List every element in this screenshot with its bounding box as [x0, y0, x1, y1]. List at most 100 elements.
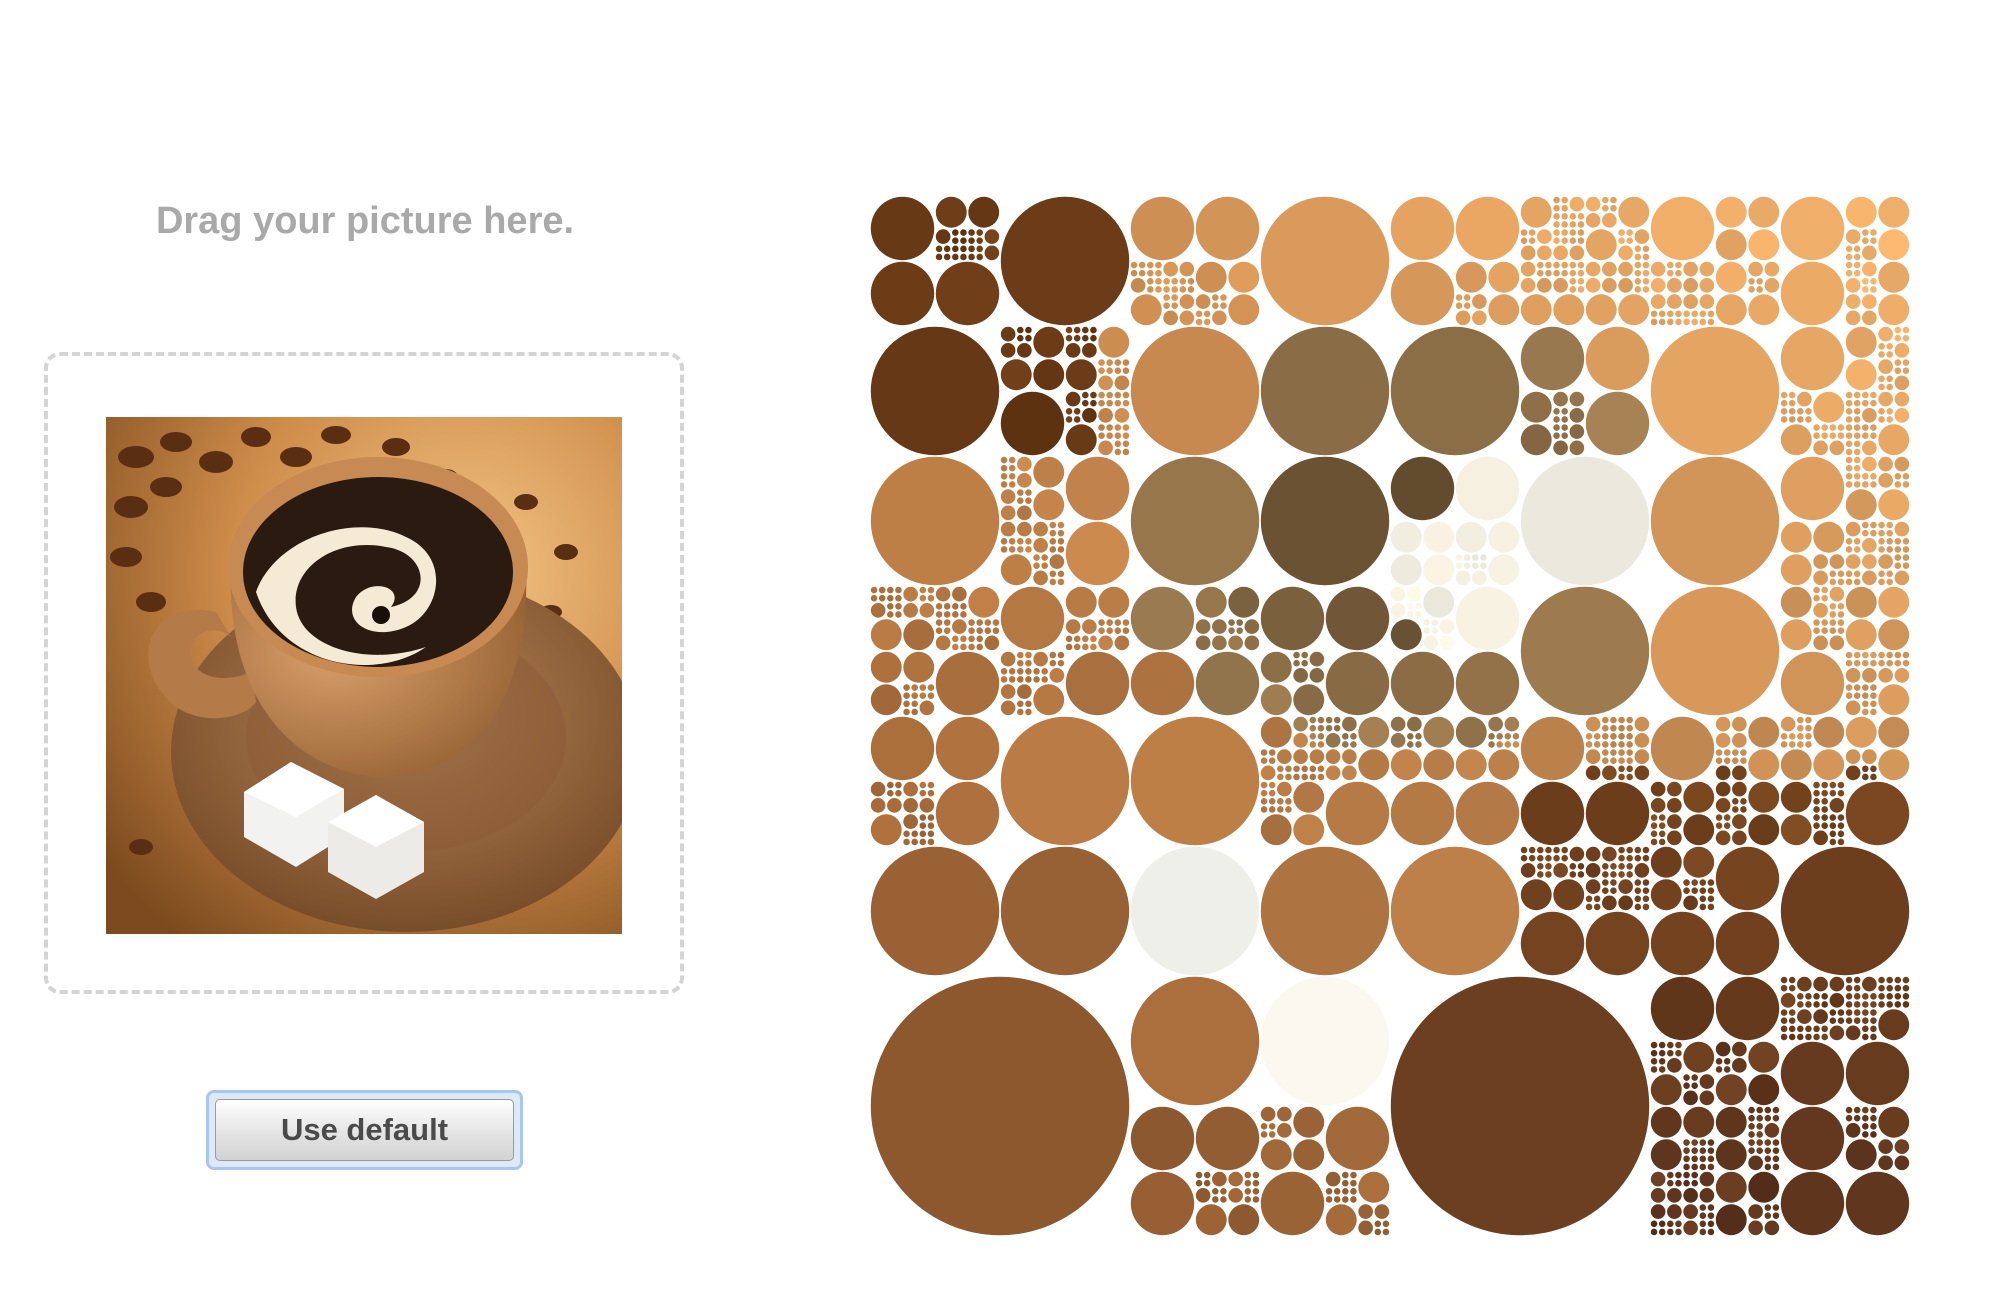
- mosaic-dot-422: [1317, 765, 1325, 773]
- mosaic-dot-1425: [1667, 1220, 1674, 1228]
- mosaic-dot-150: [870, 586, 878, 594]
- mosaic-dot-191: [952, 643, 959, 651]
- mosaic-dot-1024: [1886, 521, 1893, 529]
- mosaic-dot-977: [1862, 440, 1877, 456]
- mosaic-dot-1075: [1829, 635, 1845, 651]
- mosaic-dot-1283: [1813, 976, 1828, 992]
- mosaic-dot-1039: [1853, 570, 1861, 578]
- mosaic-dot-244: [1098, 635, 1113, 651]
- mosaic-dot-1206: [1821, 814, 1828, 821]
- mosaic-dot-1167: [1797, 724, 1804, 732]
- mosaic-dot-1022: [1862, 538, 1877, 553]
- mosaic-dot-525: [1488, 261, 1520, 293]
- mosaic-dot-1146: [1667, 830, 1682, 846]
- mosaic-dot-198: [992, 619, 1000, 626]
- mosaic-dot-692: [1455, 716, 1487, 748]
- mosaic-dot-42: [1065, 334, 1073, 342]
- mosaic-dot-255: [1017, 668, 1024, 675]
- mosaic-dot-1413: [1691, 1171, 1698, 1179]
- mosaic-dot-1076: [1845, 586, 1877, 618]
- mosaic-dot-669: [1423, 586, 1455, 618]
- mosaic-dot-1424: [1658, 1228, 1666, 1236]
- mosaic-dot-1450: [1845, 1106, 1853, 1114]
- mosaic-dot-141: [1033, 562, 1040, 569]
- mosaic-dot-1295: [1780, 1025, 1788, 1033]
- mosaic-dot-636: [1553, 432, 1560, 439]
- mosaic-dot-829: [1650, 278, 1666, 293]
- mosaic-dot-1383: [1772, 1106, 1780, 1114]
- mosaic-dot-186: [943, 627, 951, 634]
- mosaic-dot-77: [1114, 391, 1122, 399]
- mosaic-dot-981: [1845, 456, 1853, 464]
- mosaic-dot-1390: [1764, 1123, 1780, 1138]
- mosaic-dot-209: [903, 684, 910, 691]
- mosaic-dot-320: [1155, 261, 1162, 269]
- mosaic-dot-516: [1358, 1220, 1373, 1236]
- mosaic-dot-1373: [1699, 1155, 1707, 1163]
- mosaic-dot-200: [992, 627, 1000, 634]
- mosaic-dot-376: [1228, 635, 1243, 651]
- mosaic-dot-1260: [1699, 1074, 1715, 1089]
- mosaic-dot-75: [1098, 399, 1105, 407]
- use-default-button[interactable]: Use default: [215, 1099, 514, 1161]
- mosaic-dot-1152: [1740, 798, 1747, 805]
- mosaic-dot-801: [1585, 895, 1593, 903]
- mosaic-dot-328: [1163, 261, 1178, 277]
- mosaic-dot-73: [1098, 391, 1105, 399]
- mosaic-dot-1116: [1715, 716, 1731, 732]
- mosaic-dot-521: [1390, 196, 1455, 261]
- mosaic-dot-1376: [1707, 1163, 1715, 1171]
- mosaic-dot-1190: [1780, 781, 1812, 813]
- mosaic-dot-890: [1878, 261, 1910, 293]
- mosaic-dot-838: [1658, 310, 1666, 318]
- mosaic-dot-330: [1163, 278, 1170, 285]
- mosaic-dot-159: [887, 603, 894, 610]
- mosaic-dot-1312: [1829, 1025, 1845, 1041]
- mosaic-dot-13: [960, 245, 967, 253]
- mosaic-dot-704: [1488, 749, 1520, 781]
- mosaic-dot-235: [1090, 643, 1097, 651]
- mosaic-dot-957: [1862, 408, 1877, 423]
- mosaic-dot-486: [1228, 1204, 1260, 1236]
- mosaic-dot-905: [1886, 343, 1893, 350]
- mosaic-dot-1219: [1650, 846, 1682, 878]
- mosaic-dot-149: [1065, 521, 1130, 586]
- mosaic-dot-786: [1626, 854, 1633, 862]
- mosaic-dot-508: [1342, 1188, 1349, 1195]
- mosaic-dot-1102: [1853, 684, 1861, 691]
- mosaic-dot-729: [1626, 741, 1633, 748]
- mosaic-dot-84: [1098, 424, 1105, 431]
- mosaic-dot-170: [870, 619, 902, 651]
- mosaic-dot-720: [1610, 741, 1617, 748]
- mosaic-dot-1331: [1902, 976, 1910, 984]
- mosaic-dot-938: [1821, 432, 1828, 439]
- mosaic-dot-818: [1390, 976, 1650, 1236]
- mosaic-dot-558: [1561, 237, 1568, 244]
- mosaic-dot-708: [1585, 716, 1601, 732]
- mosaic-dot-297: [927, 814, 935, 821]
- mosaic-dot-597: [1569, 269, 1577, 277]
- mosaic-dot-261: [1057, 651, 1065, 659]
- mosaic-dot-257: [1017, 676, 1024, 683]
- mosaic-dot-109: [1000, 489, 1016, 504]
- mosaic-dot-289: [927, 781, 935, 789]
- mosaic-dot-128: [1033, 521, 1048, 537]
- mosaic-dot-1066: [1813, 619, 1820, 626]
- mosaic-dot-1006: [1813, 554, 1828, 569]
- mosaic-dot-308: [935, 781, 1000, 846]
- mosaic-dot-339: [1163, 294, 1170, 301]
- mosaic-dot-728: [1618, 741, 1625, 748]
- mosaic-dot-1405: [1650, 1171, 1666, 1187]
- mosaic-dot-338: [1130, 294, 1162, 326]
- mosaic-dot-1437: [1699, 1228, 1707, 1236]
- mosaic-dot-910: [1878, 359, 1893, 374]
- mosaic-dot-412: [1285, 765, 1292, 773]
- mosaic-dot-1127: [1732, 757, 1739, 764]
- mosaic-dot-397: [1317, 716, 1325, 724]
- mosaic-dot-45: [1090, 326, 1097, 334]
- mosaic-dot-268: [1049, 668, 1065, 683]
- mosaic-dot-996: [1878, 473, 1893, 488]
- mosaic-dot-1335: [1886, 993, 1893, 1000]
- mosaic-dot-916: [1886, 375, 1893, 383]
- mosaic-dot-317: [1130, 269, 1138, 277]
